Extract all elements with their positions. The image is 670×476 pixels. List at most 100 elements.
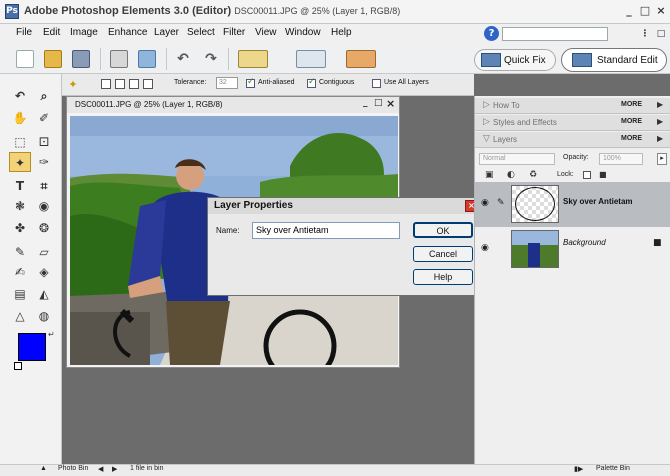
- redo-icon[interactable]: ↷: [202, 50, 220, 68]
- more-arrow-icon: ▶: [657, 134, 664, 143]
- eyedropper-tool-icon[interactable]: ✐: [33, 108, 55, 128]
- new-layer-icon[interactable]: ▣: [485, 170, 494, 180]
- online-services-icon[interactable]: [138, 50, 156, 68]
- lasso-tool-icon[interactable]: ⚀: [33, 132, 55, 152]
- menu-edit[interactable]: Edit: [43, 27, 60, 38]
- menu-image[interactable]: Image: [70, 27, 98, 38]
- create-icon[interactable]: [346, 50, 376, 68]
- photo-bin-label[interactable]: Photo Bin: [58, 465, 88, 472]
- type-tool-icon[interactable]: T: [9, 176, 31, 196]
- delete-layer-icon[interactable]: ♻: [529, 170, 537, 180]
- menu-minimize-button[interactable]: ⋮: [638, 27, 652, 41]
- close-button[interactable]: ×: [654, 4, 668, 18]
- magic-wand-tool-icon[interactable]: ✦: [9, 152, 31, 172]
- how-to-more[interactable]: MORE: [621, 101, 642, 108]
- swap-colors-icon[interactable]: ↵: [48, 330, 55, 339]
- opacity-input[interactable]: 100%: [599, 153, 643, 165]
- visibility-eye-icon[interactable]: ◉: [481, 198, 489, 208]
- maximize-button[interactable]: □: [638, 4, 652, 18]
- menu-layer[interactable]: Layer: [154, 27, 179, 38]
- layer-row[interactable]: ◉ Background ■: [475, 227, 670, 272]
- help-search-input[interactable]: [502, 27, 608, 41]
- contiguous-checkbox[interactable]: [307, 77, 316, 88]
- blend-mode-select[interactable]: Normal: [479, 153, 555, 165]
- document-title-bar[interactable]: DSC00011.JPG @ 25% (Layer 1, RGB/8) _ □ …: [67, 97, 399, 113]
- blur-tool-icon[interactable]: △: [9, 306, 31, 326]
- layers-more[interactable]: MORE: [621, 135, 642, 142]
- quick-fix-button[interactable]: Quick Fix: [474, 49, 556, 71]
- ok-button[interactable]: OK: [413, 222, 473, 238]
- healing-brush-tool-icon[interactable]: ✤: [9, 218, 31, 238]
- date-view-icon[interactable]: [296, 50, 326, 68]
- menu-filter[interactable]: Filter: [223, 27, 245, 38]
- save-icon[interactable]: [72, 50, 90, 68]
- photo-browser-icon[interactable]: [238, 50, 268, 68]
- eraser-tool-icon[interactable]: ▱: [33, 242, 55, 262]
- document-close-button[interactable]: ×: [386, 97, 395, 110]
- subtract-selection-icon[interactable]: [129, 79, 139, 89]
- sponge-tool-icon[interactable]: ◍: [33, 306, 55, 326]
- cancel-button[interactable]: Cancel: [413, 246, 473, 262]
- gradient-tool-icon[interactable]: ▤: [9, 284, 31, 304]
- intersect-selection-icon[interactable]: [143, 79, 153, 89]
- lock-all-icon[interactable]: ■: [599, 170, 607, 179]
- document-maximize-button[interactable]: □: [374, 98, 383, 108]
- menu-restore-button[interactable]: □: [654, 27, 668, 41]
- palette-bin-label[interactable]: Palette Bin: [596, 465, 630, 472]
- styles-effects-palette-header[interactable]: ▷ Styles and Effects MORE ▶: [475, 115, 670, 131]
- opacity-label: Opacity:: [563, 154, 589, 161]
- adjustment-layer-icon[interactable]: ◐: [507, 170, 515, 180]
- selection-brush-tool-icon[interactable]: ✑: [33, 152, 55, 172]
- help-icon[interactable]: ?: [484, 26, 499, 41]
- hand-tool-icon[interactable]: ✋: [9, 108, 31, 128]
- visibility-eye-icon[interactable]: ◉: [481, 243, 489, 253]
- layers-palette-header[interactable]: ▽ Layers MORE ▶: [475, 132, 670, 148]
- how-to-palette-header[interactable]: ▷ How To MORE ▶: [475, 98, 670, 114]
- red-eye-tool-icon[interactable]: ◉: [33, 196, 55, 216]
- dialog-title-bar[interactable]: Layer Properties ×: [208, 198, 481, 214]
- opacity-arrow-icon[interactable]: ▸: [657, 153, 667, 165]
- menu-file[interactable]: File: [16, 27, 32, 38]
- next-photo-icon[interactable]: ▶: [112, 465, 117, 473]
- lock-transparency-icon[interactable]: [583, 171, 591, 179]
- print-icon[interactable]: [110, 50, 128, 68]
- move-tool-icon[interactable]: ↶: [9, 86, 31, 106]
- marquee-tool-icon[interactable]: ⬚: [9, 132, 31, 152]
- menu-help[interactable]: Help: [331, 27, 352, 38]
- palette-bin: ▷ How To MORE ▶ ▷ Styles and Effects MOR…: [474, 96, 670, 464]
- layer-name-input[interactable]: Sky over Antietam: [252, 222, 400, 239]
- menu-window[interactable]: Window: [285, 27, 321, 38]
- dialog-help-button[interactable]: Help: [413, 269, 473, 285]
- previous-photo-icon[interactable]: ◀: [98, 465, 103, 473]
- cookie-cutter-tool-icon[interactable]: ❃: [9, 196, 31, 216]
- brush-tool-icon[interactable]: ✍: [9, 262, 31, 282]
- anti-aliased-checkbox[interactable]: [246, 77, 255, 88]
- crop-tool-icon[interactable]: ⌗: [33, 176, 55, 196]
- palette-bin-toggle-icon[interactable]: ▮▶: [574, 465, 583, 473]
- new-selection-icon[interactable]: [101, 79, 111, 89]
- add-selection-icon[interactable]: [115, 79, 125, 89]
- shape-tool-icon[interactable]: ◭: [33, 284, 55, 304]
- menu-view[interactable]: View: [255, 27, 277, 38]
- undo-icon[interactable]: ↶: [174, 50, 192, 68]
- menu-select[interactable]: Select: [187, 27, 215, 38]
- clone-stamp-tool-icon[interactable]: ❂: [33, 218, 55, 238]
- layer-row-selected[interactable]: ◉ ✎ Sky over Antietam: [475, 182, 670, 227]
- zoom-tool-icon[interactable]: ⌕: [33, 86, 55, 106]
- minimize-button[interactable]: _: [622, 4, 636, 18]
- document-minimize-button[interactable]: _: [363, 98, 368, 108]
- tolerance-input[interactable]: 32: [216, 77, 238, 89]
- brush-link-icon[interactable]: ✎: [497, 198, 505, 208]
- new-file-icon[interactable]: [16, 50, 34, 68]
- open-folder-icon[interactable]: [44, 50, 62, 68]
- quick-fix-icon: [481, 53, 501, 67]
- pencil-tool-icon[interactable]: ✎: [9, 242, 31, 262]
- photo-bin-toggle-icon[interactable]: ▲: [40, 465, 47, 472]
- use-all-layers-checkbox[interactable]: [372, 79, 381, 88]
- default-colors-icon[interactable]: [14, 362, 22, 370]
- standard-edit-button[interactable]: Standard Edit: [561, 48, 667, 72]
- styles-more[interactable]: MORE: [621, 118, 642, 125]
- menu-enhance[interactable]: Enhance: [108, 27, 147, 38]
- paint-bucket-tool-icon[interactable]: ◈: [33, 262, 55, 282]
- foreground-color-swatch[interactable]: [18, 333, 46, 361]
